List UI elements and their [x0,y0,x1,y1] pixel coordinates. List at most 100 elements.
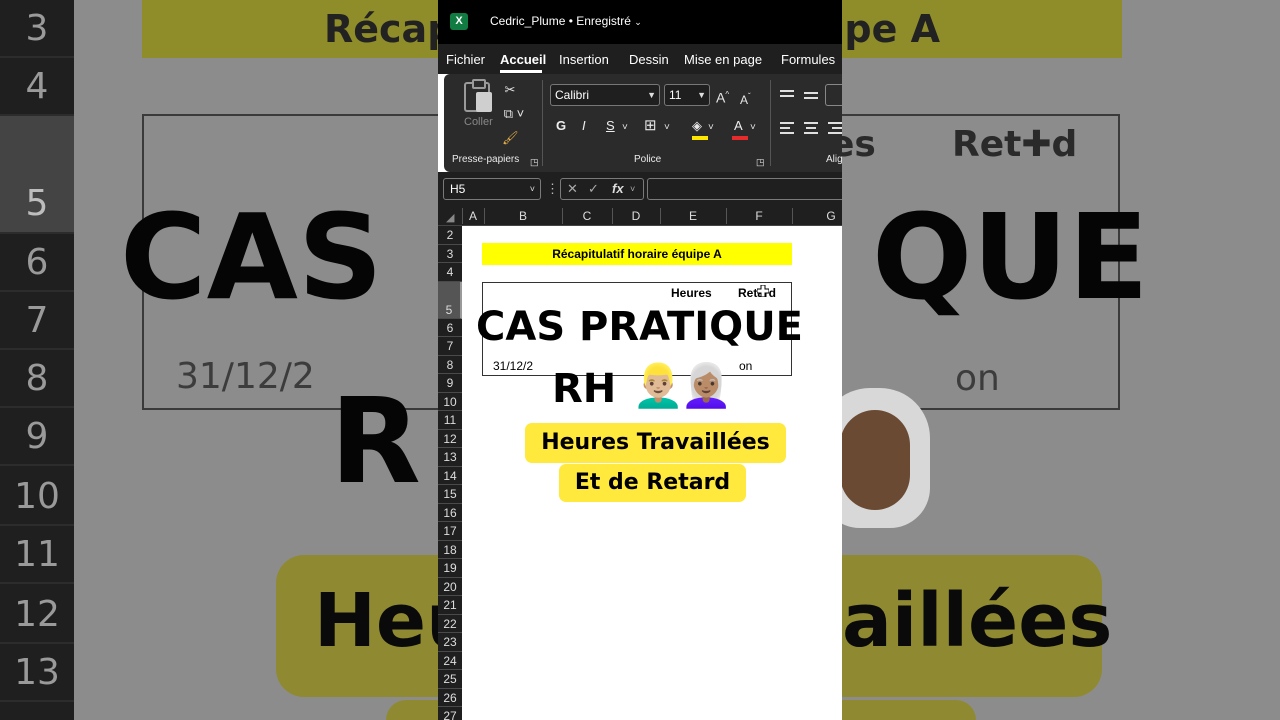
format-painter-icon[interactable]: 🖌 [502,130,519,146]
background-on-partial: on [955,358,1000,399]
overlay-headline-rh: RH [552,366,617,412]
underline-dropdown-icon[interactable]: ˅ [622,120,628,136]
row-header-16[interactable]: 16 [438,504,462,522]
cell-cursor-icon [757,285,769,297]
row-header-15[interactable]: 15 [438,485,462,504]
italic-button[interactable]: I [582,118,586,133]
underline-button[interactable]: S [606,118,615,133]
tab-mise-en-page[interactable]: Mise en page [684,52,762,67]
background-row-number: 10 [0,468,74,526]
font-color-dropdown-icon[interactable]: ˅ [750,120,756,136]
fill-dropdown-icon[interactable]: ˅ [708,120,714,136]
font-size-select[interactable]: 11 ▼ [664,84,710,106]
row-header-11[interactable]: 11 [438,411,462,430]
borders-icon[interactable]: ⊞ [644,118,657,134]
row-header-14[interactable]: 14 [438,467,462,485]
row-header-24[interactable]: 24 [438,652,462,670]
background-title-left: Récap [324,7,455,51]
row-header-26[interactable]: 26 [438,689,462,707]
font-name-select[interactable]: Calibri ▼ [550,84,660,106]
select-all-icon[interactable]: ◢ [446,210,454,226]
name-box[interactable]: H5 ˅ [443,178,541,200]
column-header-f[interactable]: F [726,209,792,223]
tab-accueil[interactable]: Accueil [500,52,546,67]
column-header-e[interactable]: E [660,209,726,223]
overlay-pill-heures: Heures Travaillées [525,423,786,463]
document-title[interactable]: Cedric_Plume • Enregistré ⌄ [490,14,642,28]
group-separator [770,80,771,166]
alignment-group-label: Alig [826,154,842,165]
column-header-d[interactable]: D [612,209,660,223]
background-row-number: 4 [0,58,74,116]
row-header-12[interactable]: 12 [438,430,462,448]
cut-icon[interactable]: ✂ [502,82,518,98]
overlay-headline: CAS PRATIQUE [476,304,803,350]
row-header-8[interactable]: 8 [438,356,462,374]
background-row-number: 12 [0,586,74,644]
row-header-22[interactable]: 22 [438,615,462,633]
row-header-6[interactable]: 6 [438,319,462,337]
row-header-bar: 2 3 4 5 6 7 8 9 10 11 12 13 14 15 16 17 18 19 20 21 22 23 24 25… [438,226,462,720]
tab-insertion[interactable]: Insertion [559,52,609,67]
formula-input[interactable] [647,178,842,200]
fx-dropdown-icon[interactable]: ˅ [630,179,635,199]
sheet-title-cell[interactable]: Récapitulatif horaire équipe A [482,243,792,265]
woman-emoji-icon: 👩🏽‍🦳 [680,362,733,409]
align-bottom-icon[interactable] [825,84,842,106]
background-row-number: 13 [0,644,74,702]
cancel-icon[interactable]: ✕ [567,179,578,199]
paste-sheet-icon [476,92,492,112]
row-header-2[interactable]: 2 [438,226,462,245]
row-header-10[interactable]: 10 [438,393,462,411]
date-cell[interactable]: 31/12/2 [493,359,533,373]
font-group-label: Police [634,154,662,165]
overlay-pill-retard: Et de Retard [559,464,746,502]
clipboard-group-label: Presse-papiers [452,154,520,165]
row-header-18[interactable]: 18 [438,541,462,559]
row-header-13[interactable]: 13 [438,448,462,467]
font-color-swatch [732,136,748,140]
confirm-icon[interactable]: ✓ [588,179,599,199]
formula-bar: H5 ˅ ⋮ ✕ ✓ fx ˅ [438,172,842,206]
shrink-font-icon[interactable]: Aˇ [740,89,751,108]
column-header-g[interactable]: G [792,209,842,223]
column-header-c[interactable]: C [562,209,612,223]
insert-function-icon[interactable]: fx [612,179,624,199]
fill-color-swatch [692,136,708,140]
font-color-button[interactable]: A [734,118,743,133]
clipboard-launcher-icon[interactable]: ◳ [530,154,539,170]
more-options-icon[interactable]: ⋮ [546,181,559,197]
tab-dessin[interactable]: Dessin [629,52,669,67]
title-bar: X Cedric_Plume • Enregistré ⌄ [438,0,842,44]
row-header-5[interactable]: 5 [438,281,462,319]
row-header-23[interactable]: 23 [438,633,462,652]
fill-color-icon[interactable]: ◈ [692,118,702,134]
paste-button-label[interactable]: Coller [464,116,493,128]
row-header-17[interactable]: 17 [438,522,462,541]
background-title-right: ipe A [831,7,940,51]
background-pill-right-text: aillées [842,578,1113,664]
tab-fichier[interactable]: Fichier [446,52,485,67]
row-header-3[interactable]: 3 [438,245,462,263]
bold-button[interactable]: G [556,118,566,133]
column-header-a[interactable]: A [462,209,484,223]
row-header-25[interactable]: 25 [438,670,462,689]
formula-controls: ✕ ✓ fx ˅ [560,178,644,200]
row-header-7[interactable]: 7 [438,337,462,356]
row-header-19[interactable]: 19 [438,559,462,578]
heures-header[interactable]: Heures [671,286,712,300]
partial-cell[interactable]: on [739,359,752,373]
grow-font-icon[interactable]: A^ [716,87,729,106]
row-header-20[interactable]: 20 [438,578,462,596]
borders-dropdown-icon[interactable]: ˅ [664,120,670,136]
row-header-21[interactable]: 21 [438,596,462,615]
font-launcher-icon[interactable]: ◳ [756,154,765,170]
row-header-9[interactable]: 9 [438,374,462,393]
row-header-4[interactable]: 4 [438,263,462,282]
column-header-b[interactable]: B [484,209,562,223]
row-header-27[interactable]: 27 [438,707,462,720]
copy-icon[interactable]: ⧉ ˅ [500,106,528,122]
excel-window: X Cedric_Plume • Enregistré ⌄ Fichier Ac… [438,0,842,720]
tab-formules[interactable]: Formules [781,52,835,67]
background-retard-header: Ret✚d [952,124,1078,165]
